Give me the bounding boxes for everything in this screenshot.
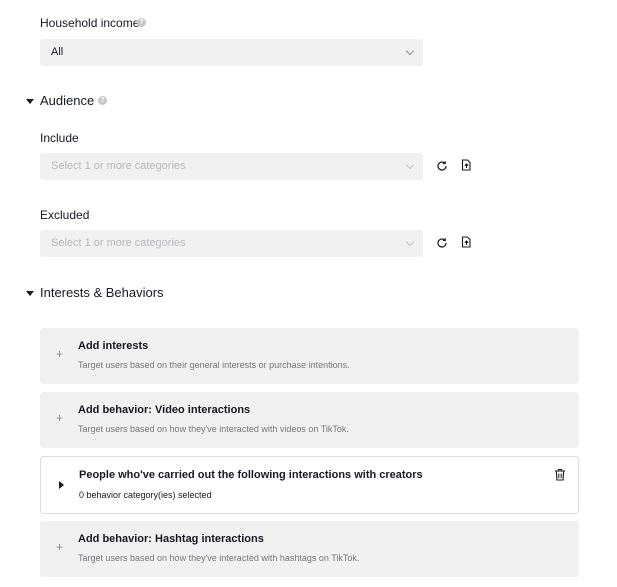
plus-icon: + <box>56 540 64 554</box>
chevron-down-icon <box>405 237 415 247</box>
selected-count: 0 behavior category(ies) selected <box>79 490 212 500</box>
card-description: Target users based on how they've intera… <box>78 424 349 434</box>
excluded-select[interactable]: Select 1 or more categories <box>40 230 423 257</box>
plus-icon: + <box>56 411 64 425</box>
help-icon[interactable]: ? <box>137 18 146 27</box>
upload-file-icon[interactable] <box>460 159 472 171</box>
add-interests-card[interactable]: + Add interests Target users based on th… <box>40 328 579 384</box>
creator-interactions-card[interactable]: People who've carried out the following … <box>40 456 579 514</box>
chevron-down-icon <box>405 46 415 56</box>
include-select[interactable]: Select 1 or more categories <box>40 153 423 180</box>
collapse-caret-icon[interactable] <box>26 291 34 296</box>
card-description: Target users based on their general inte… <box>78 360 350 370</box>
refresh-icon[interactable] <box>436 237 448 249</box>
card-title: Add behavior: Video interactions <box>78 404 251 416</box>
audience-section-title[interactable]: Audience <box>40 93 94 108</box>
excluded-placeholder: Select 1 or more categories <box>51 237 186 249</box>
card-title: Add interests <box>78 340 149 352</box>
collapse-caret-icon[interactable] <box>26 99 34 104</box>
card-title: People who've carried out the following … <box>79 469 423 481</box>
include-placeholder: Select 1 or more categories <box>51 160 186 172</box>
add-video-interactions-card[interactable]: + Add behavior: Video interactions Targe… <box>40 392 579 448</box>
include-label: Include <box>40 131 79 145</box>
household-income-label-text: Household income <box>40 16 140 30</box>
card-title: Add behavior: Hashtag interactions <box>78 533 264 545</box>
household-income-label: Household income <box>40 16 139 30</box>
add-hashtag-interactions-card[interactable]: + Add behavior: Hashtag interactions Tar… <box>40 521 579 577</box>
household-income-select[interactable]: All <box>40 39 423 66</box>
trash-icon[interactable] <box>554 468 566 481</box>
plus-icon: + <box>56 347 64 361</box>
card-description: Target users based on how they've intera… <box>78 553 360 563</box>
chevron-down-icon <box>405 160 415 170</box>
upload-file-icon[interactable] <box>460 236 472 248</box>
household-income-value: All <box>51 46 64 58</box>
excluded-label: Excluded <box>40 208 90 222</box>
expand-caret-icon[interactable] <box>59 481 64 489</box>
help-icon[interactable]: ? <box>98 96 107 105</box>
interests-behaviors-section-title[interactable]: Interests & Behaviors <box>40 285 164 300</box>
refresh-icon[interactable] <box>436 160 448 172</box>
